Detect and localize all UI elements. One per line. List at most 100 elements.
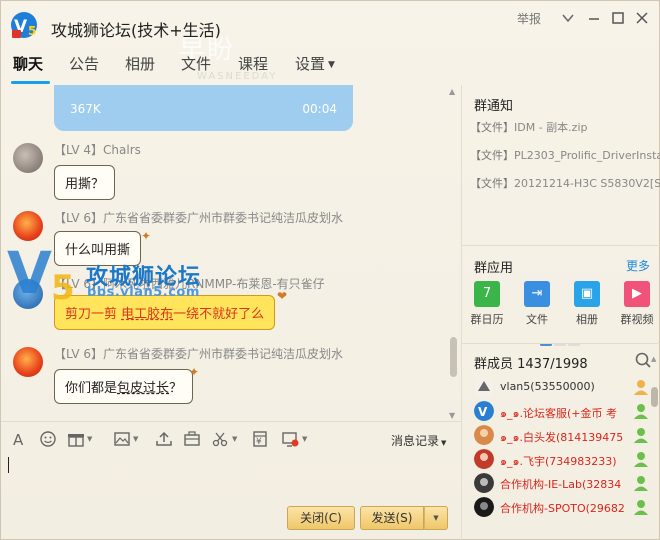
tab-files[interactable]: 文件 — [181, 53, 211, 74]
member-item[interactable]: vlan5(53550000) — [474, 375, 660, 399]
tab-chat[interactable]: 聊天 — [13, 53, 43, 74]
photo-icon: ▣ — [574, 281, 600, 307]
emoji-icon[interactable] — [39, 430, 57, 448]
voice-size: 367K — [70, 102, 101, 116]
avatar[interactable] — [13, 143, 43, 173]
image-icon[interactable] — [113, 430, 131, 448]
bubble-pin-icon: ✦ — [141, 229, 152, 243]
member-item[interactable]: 合作机构-SPOTO(29682 — [474, 495, 660, 519]
minimize-icon[interactable] — [585, 9, 603, 27]
app-label: 相册 — [576, 313, 598, 326]
message-sender: 【LV 6】广东省省委群委广州市群委书记纯洁瓜皮划水 — [54, 211, 344, 225]
tab-announcement[interactable]: 公告 — [69, 53, 99, 74]
app-label: 群视频 — [620, 313, 654, 326]
keyword-link[interactable]: 包皮过长 — [117, 381, 169, 396]
app-photos[interactable]: ▣ 相册 — [567, 281, 607, 327]
message-history-button[interactable]: 消息记录 ▼ — [391, 432, 446, 449]
notice-tag: 【文件】 — [470, 177, 514, 190]
watermark-url: bbs.vlan5.com — [87, 285, 200, 300]
send-button[interactable]: 发送(S) — [360, 506, 424, 530]
app-video[interactable]: ▶ 群视频 — [617, 281, 657, 327]
tab-courses[interactable]: 课程 — [238, 53, 268, 74]
chevron-down-icon[interactable] — [559, 9, 577, 27]
send-options-chevron-icon[interactable]: ▼ — [424, 506, 448, 530]
upload-icon[interactable] — [155, 430, 173, 448]
caret-down-icon[interactable]: ▼ — [133, 435, 138, 443]
member-name: 合作机构-IE-Lab(32834 — [500, 478, 622, 491]
member-item[interactable]: ๑_๑.飞宇(734983233) — [474, 447, 660, 471]
message-text: 你们都是 — [65, 381, 118, 396]
avatar — [474, 377, 494, 397]
caret-down-icon: ▼ — [328, 59, 335, 70]
app-files[interactable]: ⇥ 文件 — [517, 281, 557, 327]
message-history-label: 消息记录 — [391, 434, 440, 448]
member-item[interactable]: 合作机构-IE-Lab(32834 — [474, 471, 660, 495]
scroll-up-icon[interactable]: ▲ — [651, 355, 656, 363]
members-scrollbar-thumb[interactable] — [651, 387, 658, 407]
avatar — [474, 449, 494, 469]
apps-pager[interactable] — [540, 335, 582, 349]
notice-text: 20121214-H3C S5830V2[S58... — [514, 177, 660, 190]
tab-album[interactable]: 相册 — [125, 53, 155, 74]
close-icon[interactable] — [633, 9, 651, 27]
gift-icon[interactable] — [67, 430, 85, 448]
avatar[interactable] — [13, 347, 43, 377]
close-button[interactable]: 关闭(C) — [287, 506, 355, 530]
message-text: ？ — [169, 381, 183, 396]
message-text: 剪刀一剪 — [65, 307, 122, 322]
admin-badge-icon — [634, 428, 648, 443]
heart-icon: ❤ — [277, 289, 288, 303]
red-packet-icon[interactable]: ¥ — [251, 430, 269, 448]
svg-text:¥: ¥ — [256, 437, 262, 447]
screen-share-icon[interactable] — [281, 430, 299, 448]
divider — [462, 245, 660, 246]
message-sender: 【LV 6】广东省省委群委广州市群委书记纯洁瓜皮划水 — [54, 347, 344, 361]
maximize-icon[interactable] — [609, 9, 627, 27]
avatar — [474, 425, 494, 445]
notice-text: PL2303_Prolific_DriverInstal... — [514, 149, 660, 162]
more-apps-link[interactable]: 更多 — [626, 257, 650, 274]
admin-badge-icon — [634, 500, 648, 515]
group-logo-icon: V 5 — [11, 12, 37, 38]
member-item[interactable]: ๑_๑.白头发(814139475) — [474, 423, 660, 447]
notice-text: IDM - 副本.zip — [514, 121, 588, 134]
caret-down-icon[interactable]: ▼ — [87, 435, 92, 443]
member-name: ๑_๑.论坛客服(+金币 考 — [500, 407, 617, 420]
keyword-link[interactable]: 电工胶布 — [121, 307, 173, 322]
scissors-icon[interactable] — [211, 430, 229, 448]
app-label: 群日历 — [470, 313, 504, 326]
member-name: ๑_๑.白头发(814139475) — [500, 431, 624, 444]
calendar-icon: 7 — [474, 281, 500, 307]
scroll-down-icon[interactable]: ▼ — [449, 411, 455, 420]
app-calendar[interactable]: 7 群日历 — [467, 281, 507, 327]
report-link[interactable]: 举报 — [517, 10, 541, 27]
member-name: ๑_๑.飞宇(734983233) — [500, 455, 617, 468]
caret-down-icon[interactable]: ▼ — [302, 435, 307, 443]
search-icon[interactable] — [634, 351, 652, 369]
scroll-up-icon[interactable]: ▲ — [449, 87, 455, 96]
notice-item[interactable]: 【文件】IDM - 副本.zip — [470, 119, 660, 135]
caret-down-icon[interactable]: ▼ — [232, 435, 237, 443]
tab-settings-label: 设置 — [295, 55, 326, 73]
message-input[interactable] — [1, 451, 461, 503]
message-bubble: 你们都是包皮过长？ — [54, 369, 194, 404]
member-name: 合作机构-SPOTO(29682 — [500, 502, 624, 515]
svg-text:V: V — [7, 239, 52, 307]
notice-title: 群通知 — [474, 99, 514, 114]
message-text: 一绕不就好了么 — [173, 307, 265, 322]
font-icon[interactable]: A — [11, 430, 29, 449]
avatar — [474, 497, 494, 517]
svg-text:V: V — [478, 405, 488, 419]
notice-tag: 【文件】 — [470, 121, 514, 134]
tab-bar: 聊天 公告 相册 文件 课程 设置 ▼ — [1, 53, 461, 84]
message-bubble: 剪刀一剪 电工胶布一绕不就好了么 — [54, 295, 276, 330]
tab-settings[interactable]: 设置 ▼ — [295, 53, 335, 74]
voice-message[interactable]: 367K 00:04 — [54, 85, 353, 131]
avatar — [474, 473, 494, 493]
chat-scrollbar-thumb[interactable] — [450, 337, 457, 377]
member-item[interactable]: V ๑_๑.论坛客服(+金币 考 — [474, 399, 660, 423]
notice-item[interactable]: 【文件】PL2303_Prolific_DriverInstal... — [470, 147, 660, 163]
notice-item[interactable]: 【文件】20121214-H3C S5830V2[S58... — [470, 175, 660, 191]
screenshot-icon[interactable] — [183, 430, 201, 448]
app-label: 文件 — [526, 313, 548, 326]
